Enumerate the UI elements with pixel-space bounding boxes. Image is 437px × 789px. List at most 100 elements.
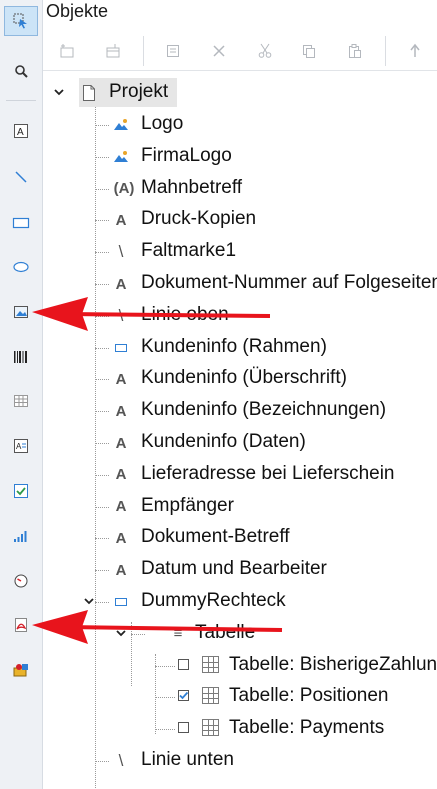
tree-connector: [95, 347, 109, 349]
barcode-tool-icon[interactable]: [4, 342, 38, 372]
cut-icon[interactable]: [251, 37, 279, 65]
picture-icon: [113, 116, 129, 134]
tree-connector: [95, 474, 109, 476]
ole-object-tool-icon[interactable]: [4, 655, 38, 685]
tree-item-label: Datum und Bearbeiter: [141, 558, 327, 580]
text-icon: A: [115, 498, 127, 516]
object-tree[interactable]: Projekt Logo FirmaLogo (A) Mahnbetreff A Druc…: [43, 70, 437, 789]
tree-connector: [95, 188, 109, 190]
tree-item-label: Tabelle: Payments: [229, 717, 385, 739]
tree-item-label: Empfänger: [141, 494, 234, 516]
tree-item-label: Lieferadresse bei Lieferschein: [141, 462, 395, 484]
table-icon: [202, 655, 219, 673]
tree-item-row[interactable]: A Kundeninfo (Daten): [43, 427, 437, 459]
formatted-text-tool-icon[interactable]: A: [4, 431, 38, 461]
text-icon: A: [115, 434, 127, 452]
tree-connector: [95, 538, 109, 540]
tree-item-row[interactable]: A Kundeninfo (Überschrift): [43, 363, 437, 395]
tree-item-row[interactable]: A Datum und Bearbeiter: [43, 554, 437, 586]
chevron-down-icon[interactable]: [53, 85, 65, 101]
tree-item-label: Druck-Kopien: [141, 208, 257, 230]
tree-connector: [95, 379, 109, 381]
tree-item-label: Dokument-Nummer auf Folgeseiten: [141, 272, 437, 293]
zoom-tool-icon[interactable]: [4, 56, 38, 86]
tree-item-row[interactable]: A Lieferadresse bei Lieferschein: [43, 459, 437, 491]
tree-item-row[interactable]: A Dokument-Betreff: [43, 522, 437, 554]
table-icon: [202, 719, 219, 737]
chart-tool-icon[interactable]: [4, 521, 38, 551]
tree-connector: [95, 220, 109, 222]
tree-connector: [155, 729, 175, 731]
tree-item-row[interactable]: Kundeninfo (Rahmen): [43, 332, 437, 364]
tree-item-row[interactable]: Tabelle: Payments: [43, 713, 437, 745]
tree-root-row[interactable]: Projekt: [43, 77, 437, 109]
tree-connector: [155, 665, 175, 667]
line-icon: \: [118, 242, 124, 262]
tree-item-label: Tabelle: Positionen: [229, 685, 389, 707]
tree-item-label: Kundeninfo (Bezeichnungen): [141, 399, 387, 421]
tree-root-label: Projekt: [109, 81, 169, 102]
tree-item-row[interactable]: \ Faltmarke1: [43, 236, 437, 268]
select-tool-icon[interactable]: [4, 6, 38, 36]
tree-item-label: Tabelle: BisherigeZahlungen: [229, 653, 437, 675]
project-page-icon: [81, 84, 97, 102]
delete-icon[interactable]: [205, 37, 233, 65]
ellipse-tool-icon[interactable]: [4, 252, 38, 282]
rectangle-tool-icon[interactable]: [4, 208, 38, 238]
tree-item-row[interactable]: Tabelle: Positionen: [43, 681, 437, 713]
tree-item-row[interactable]: Tabelle: BisherigeZahlungen: [43, 650, 437, 682]
tree-connector: [95, 443, 109, 444]
tree-item-label: Mahnbetreff: [141, 176, 243, 198]
tree-connector: [95, 506, 109, 508]
append-object-icon[interactable]: [99, 37, 127, 65]
text-icon: A: [115, 529, 127, 547]
text-icon: A: [115, 561, 127, 579]
tree-item-label: FirmaLogo: [141, 144, 232, 166]
text-icon: A: [115, 211, 127, 229]
tree-connector: [95, 411, 109, 413]
tree-item-row[interactable]: A Druck-Kopien: [43, 204, 437, 236]
tree-item-row[interactable]: A Kundeninfo (Bezeichnungen): [43, 395, 437, 427]
tree-item-label: Dokument-Betreff: [141, 526, 290, 548]
text-icon: A: [115, 402, 127, 420]
tree-connector: [95, 156, 109, 158]
svg-text:A: A: [17, 127, 24, 138]
table-tool-icon[interactable]: [4, 386, 38, 416]
move-up-icon[interactable]: [401, 37, 429, 65]
text-icon: A: [115, 275, 127, 293]
formatted-text-icon: (A): [113, 180, 135, 198]
tree-item-row[interactable]: Logo: [43, 109, 437, 141]
tree-item-row[interactable]: \ Linie unten: [43, 745, 437, 777]
tree-item-row[interactable]: A Empfänger: [43, 491, 437, 523]
tree-connector: [95, 125, 109, 126]
tree-item-row[interactable]: (A) Mahnbetreff: [43, 173, 437, 205]
tree-connector: [95, 570, 109, 572]
tree-connector: [155, 697, 175, 699]
gauge-tool-icon[interactable]: [4, 566, 38, 596]
tree-item-row[interactable]: FirmaLogo: [43, 141, 437, 173]
tree-toolbar: [43, 32, 437, 71]
visibility-checkbox[interactable]: [178, 722, 189, 734]
line-tool-icon[interactable]: [4, 162, 38, 192]
copy-icon[interactable]: [295, 37, 323, 65]
picture-icon: [113, 148, 129, 166]
tree-connector: [95, 252, 109, 254]
svg-text:A: A: [16, 442, 22, 451]
tree-connector: [95, 284, 109, 285]
checkbox-tool-icon[interactable]: [4, 476, 38, 506]
properties-icon[interactable]: [159, 37, 187, 65]
visibility-checkbox[interactable]: [178, 690, 189, 702]
visibility-checkbox[interactable]: [178, 658, 189, 670]
red-arrow-pdf-tool: [32, 610, 283, 644]
text-icon: A: [115, 466, 127, 484]
text-tool-icon[interactable]: A: [4, 116, 38, 146]
object-tools-toolbar: A A: [0, 0, 43, 789]
tree-item-label: Kundeninfo (Überschrift): [141, 367, 347, 389]
tree-item-label: Faltmarke1: [141, 240, 237, 262]
tree-item-label: Linie unten: [141, 749, 234, 770]
insert-object-icon[interactable]: [53, 37, 81, 65]
red-arrow-picture-tool: [32, 297, 271, 331]
paste-icon[interactable]: [341, 37, 369, 65]
tree-connector: [95, 602, 109, 603]
line-icon: \: [118, 751, 124, 770]
